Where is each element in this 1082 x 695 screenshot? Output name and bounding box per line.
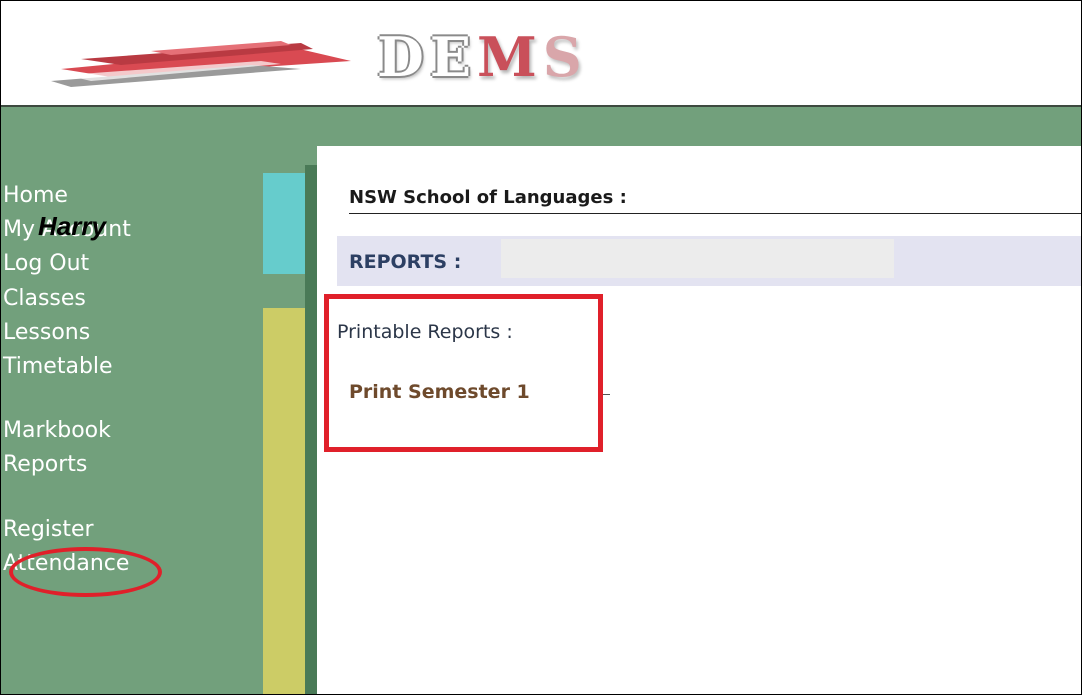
section-header-field [501,239,894,278]
logo-letter-d: D [377,25,430,89]
dems-logo: DEMS [377,27,588,87]
school-title: NSW School of Languages : [349,187,627,208]
nav-register[interactable]: Register [3,513,129,547]
dems-logo-wing-icon [51,41,351,87]
sidebar: Home My Account Log Out [1,107,263,694]
sidebar-accent-cyan [263,173,305,274]
school-header: NSW School of Languages : [349,186,1081,214]
nav-group-marks: Markbook Reports [3,414,111,482]
print-semester-1-link[interactable]: Print Semester 1 [349,380,530,404]
header: DEMS [1,1,1081,107]
print-link-separator [600,394,610,395]
user-name: Harry [38,211,106,241]
nav-reports[interactable]: Reports [3,448,111,482]
nav-attendance[interactable]: Attendance [3,547,129,581]
nav-classes[interactable]: Classes [3,282,113,316]
nav-lessons[interactable]: Lessons [3,316,113,350]
nav-timetable[interactable]: Timetable [3,350,113,384]
school-title-underline [349,213,1081,214]
nav-log-out[interactable]: Log Out [3,247,131,281]
logo-letter-m: M [477,25,543,89]
sidebar-accent-yellow [263,308,305,694]
app-window: DEMS Home My Account Log Out Harry Class… [0,0,1082,695]
logo-letter-s: S [542,25,588,89]
main-content [317,146,1081,694]
content-divider [305,165,317,694]
nav-markbook[interactable]: Markbook [3,414,111,448]
nav-group-classes: Classes Lessons Timetable [3,282,113,384]
nav-home[interactable]: Home [3,179,131,213]
section-title: REPORTS : [349,251,462,273]
nav-group-register: Register Attendance [3,513,129,581]
logo-letter-e: E [429,25,477,89]
printable-reports-label: Printable Reports : [337,321,513,343]
